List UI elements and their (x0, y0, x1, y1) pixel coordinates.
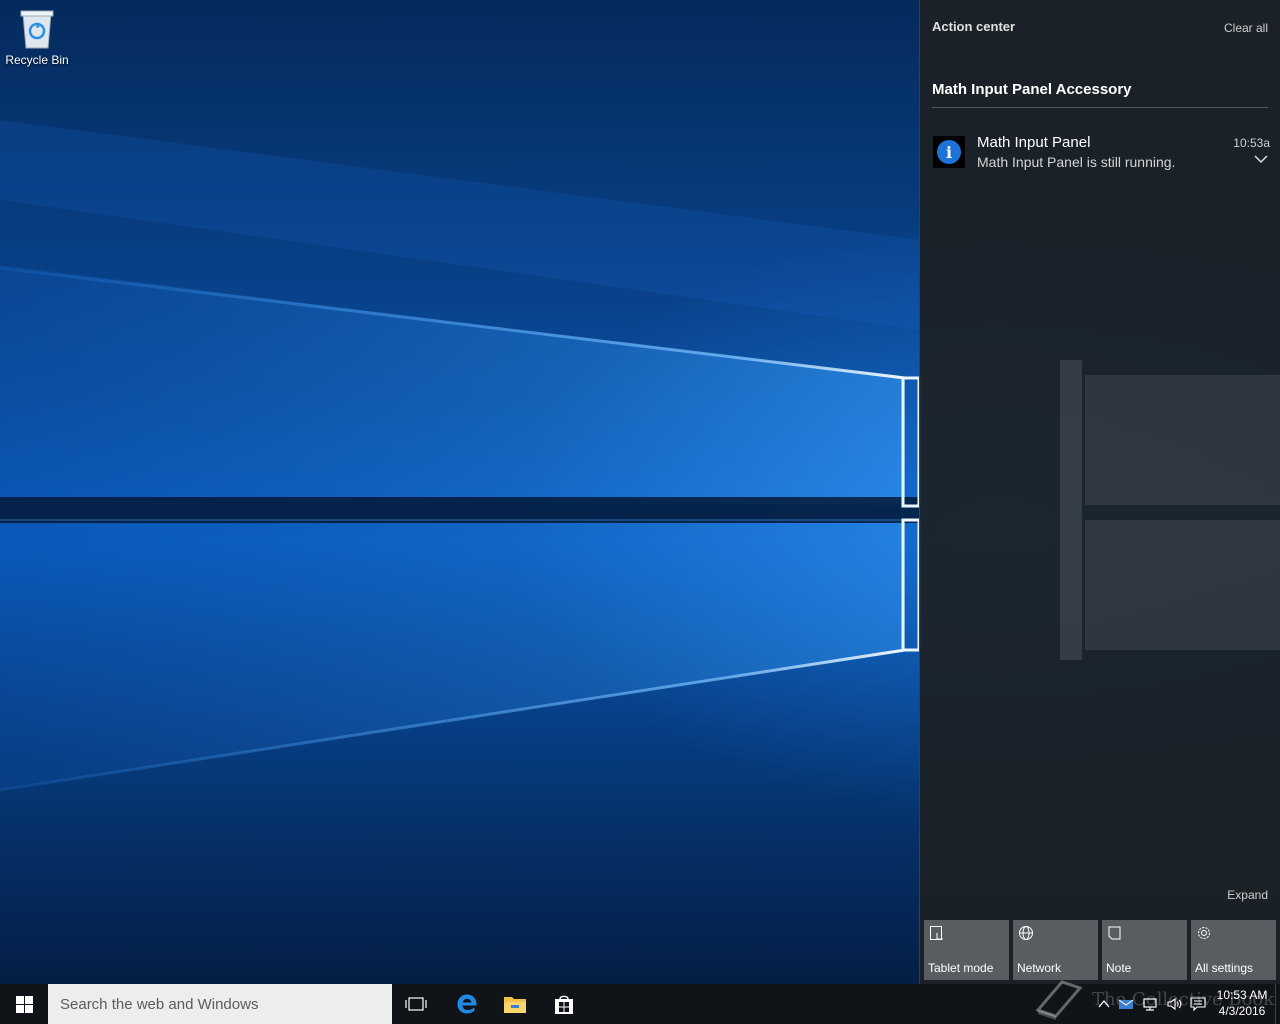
file-explorer-button[interactable] (491, 984, 539, 1024)
clock-time: 10:53 AM (1216, 988, 1268, 1002)
tablet-mode-label: Tablet mode (928, 961, 994, 975)
tablet-mode-icon (930, 926, 943, 940)
info-icon: i (937, 140, 961, 164)
note-icon (1108, 926, 1121, 940)
notification-group-header[interactable]: Math Input Panel Accessory (932, 81, 1268, 108)
mail-icon[interactable] (1118, 996, 1134, 1012)
all-settings-button[interactable]: All settings (1191, 920, 1276, 980)
action-center-panel: Action center Clear all Math Input Panel… (919, 0, 1280, 984)
chevron-down-icon[interactable] (1254, 154, 1268, 164)
clear-all-button[interactable]: Clear all (1224, 21, 1268, 35)
recycle-bin-label: Recycle Bin (5, 53, 69, 67)
edge-button[interactable] (443, 984, 491, 1024)
gear-icon (1198, 927, 1210, 939)
start-button[interactable] (0, 984, 48, 1024)
notification-title: Math Input Panel (977, 134, 1091, 151)
action-center-title: Action center (932, 19, 1016, 34)
all-settings-label: All settings (1195, 961, 1254, 975)
note-button[interactable]: Note (1102, 920, 1187, 980)
store-icon (555, 995, 573, 1014)
task-view-button[interactable] (392, 984, 440, 1024)
edge-icon (457, 994, 477, 1014)
search-placeholder: Search the web and Windows (60, 995, 259, 1013)
network-button[interactable]: Network (1013, 920, 1098, 980)
quick-actions: Tablet mode Network Note All settings (924, 920, 1280, 980)
notification-body: Math Input Panel is still running. (977, 154, 1176, 170)
tablet-mode-button[interactable]: Tablet mode (924, 920, 1009, 980)
globe-icon (1019, 926, 1033, 940)
chevron-up-icon[interactable] (1096, 996, 1112, 1012)
network-icon[interactable] (1142, 996, 1158, 1012)
note-label: Note (1106, 961, 1132, 975)
recycle-bin-icon (20, 10, 54, 49)
recycle-bin[interactable]: Recycle Bin (2, 6, 72, 76)
notification-app-icon: i (933, 136, 965, 168)
windows-logo-icon (15, 995, 33, 1013)
notification-time: 10:53a (1233, 136, 1270, 150)
notification-item[interactable]: i Math Input Panel Math Input Panel is s… (932, 132, 1270, 176)
search-input[interactable]: Search the web and Windows (48, 984, 392, 1024)
task-view-icon (405, 997, 427, 1011)
action-center-icon[interactable] (1190, 996, 1206, 1012)
clock-date: 4/3/2016 (1218, 1004, 1266, 1018)
show-desktop-button[interactable] (1275, 984, 1280, 1024)
clock[interactable]: 10:53 AM 4/3/2016 (1212, 987, 1272, 1021)
store-button[interactable] (540, 984, 588, 1024)
file-explorer-icon (504, 997, 526, 1013)
taskbar: Search the web and Windows The Collectiv… (0, 980, 1280, 1024)
system-tray (1092, 984, 1212, 1024)
network-label: Network (1017, 961, 1062, 975)
volume-icon[interactable] (1166, 996, 1182, 1012)
expand-button[interactable]: Expand (1227, 888, 1268, 902)
